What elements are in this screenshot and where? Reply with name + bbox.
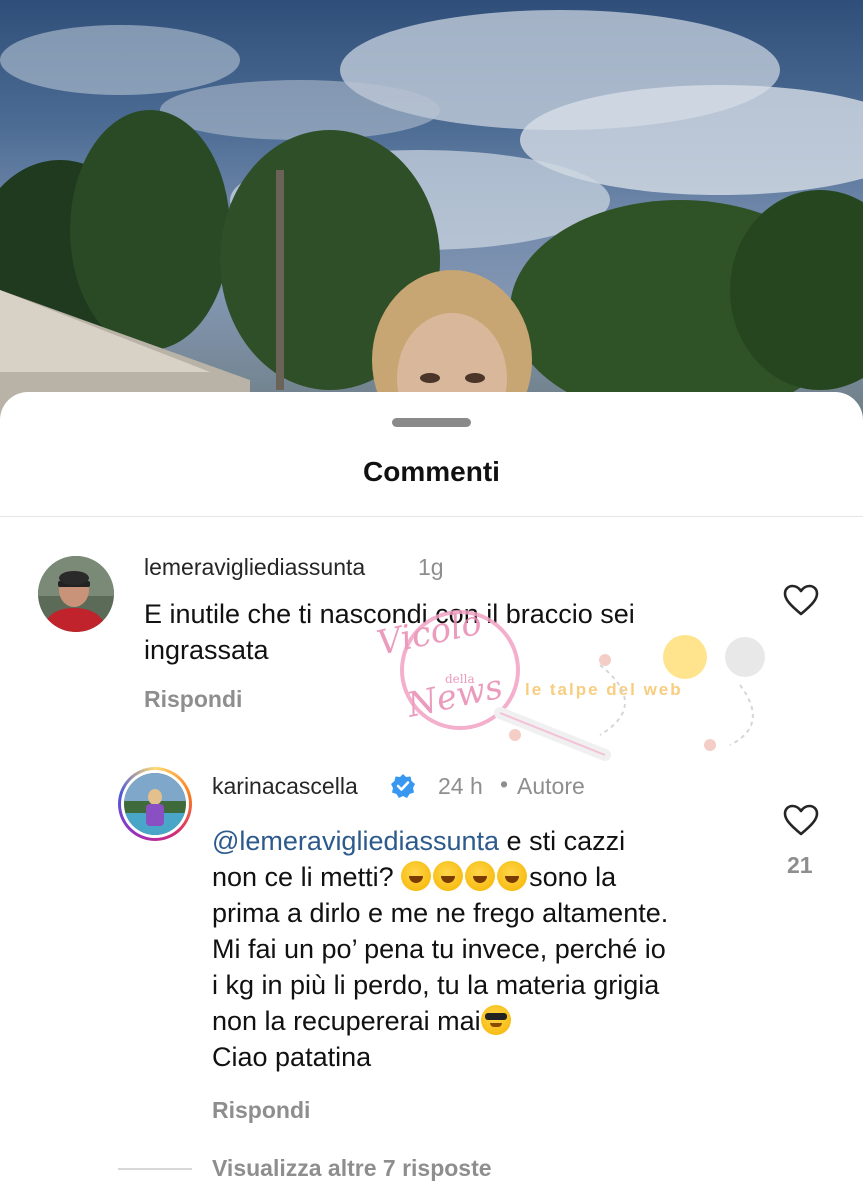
sky-and-trees-illustration [0, 10, 863, 420]
verified-badge-icon [391, 774, 415, 798]
dot-separator: • [500, 771, 509, 797]
mention-link[interactable]: @lemeravigliediassunta [212, 826, 499, 856]
watermark-line4: le talpe del web [525, 680, 683, 699]
like-heart-icon[interactable] [783, 804, 819, 836]
reply-text-part3: Ciao patatina [212, 1042, 372, 1072]
like-heart-icon[interactable] [783, 584, 819, 616]
comment-time: 1g [418, 554, 444, 580]
laughing-emoji-icon [433, 861, 464, 891]
view-more-line [118, 1168, 192, 1170]
reply-text: @lemeravigliediassunta e sti cazzi non c… [212, 823, 772, 1075]
laughing-emoji-icon [465, 861, 496, 891]
author-username[interactable]: karinacascella [212, 773, 358, 800]
reply-button[interactable]: Rispondi [144, 686, 242, 713]
view-more-replies[interactable]: Visualizza altre 7 risposte [212, 1155, 492, 1182]
reply-time: 24 h [438, 773, 483, 799]
sunglasses-emoji-icon [480, 1005, 511, 1035]
sheet-title: Commenti [363, 456, 500, 487]
like-count: 21 [787, 852, 813, 878]
post-background-photo [0, 0, 863, 420]
user-photo-icon [38, 556, 114, 632]
laughing-emoji-icon [497, 861, 528, 891]
reply-button[interactable]: Rispondi [212, 1097, 310, 1124]
header-divider [0, 516, 863, 517]
watermark-line1: Vicolo [374, 605, 486, 664]
watermark-logo: Vicolo della News le talpe del web [374, 605, 765, 761]
author-photo-icon [124, 773, 186, 835]
avatar[interactable] [38, 556, 114, 632]
author-avatar[interactable] [118, 767, 192, 841]
drag-handle[interactable] [392, 418, 471, 427]
comment-username[interactable]: lemeravigliediassunta [144, 554, 365, 581]
laughing-emoji-icon [401, 861, 432, 891]
author-badge: Autore [517, 773, 585, 799]
